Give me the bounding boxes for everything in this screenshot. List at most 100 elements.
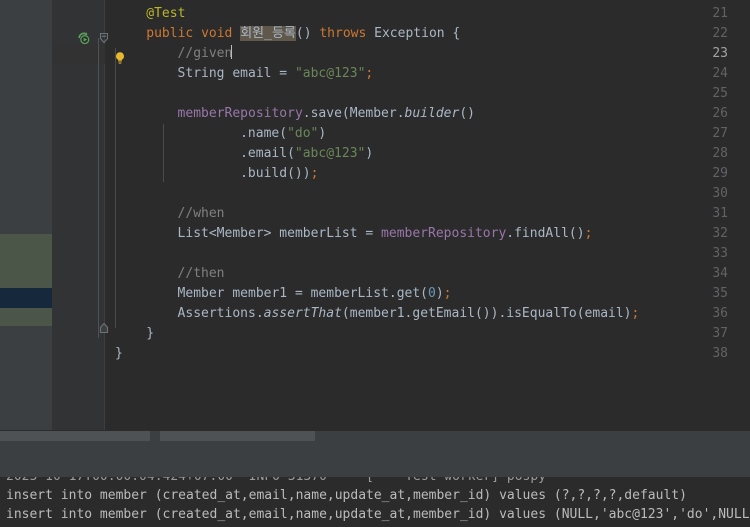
- vcs-change-marker-green-top[interactable]: [0, 234, 52, 288]
- code-token: builder: [404, 106, 460, 121]
- code-token: }: [115, 346, 123, 361]
- code-line[interactable]: String email = "abc@123";: [105, 64, 750, 84]
- code-text-area[interactable]: @Test public void 회원_등록() throws Exceptio…: [98, 0, 750, 430]
- code-line-text: @Test: [136, 4, 185, 24]
- code-token: public: [146, 26, 194, 41]
- code-line-text: public void 회원_등록() throws Exception {: [136, 24, 460, 44]
- code-line[interactable]: [105, 244, 750, 264]
- text-caret: [231, 45, 233, 59]
- panel-tab-strip[interactable]: [0, 431, 750, 441]
- code-line[interactable]: public void 회원_등록() throws Exception {: [105, 24, 750, 44]
- code-token: 0: [428, 286, 436, 301]
- run-test-icon[interactable]: [76, 30, 92, 46]
- test-status-bar: ✔Tests passed: 1 of 1 test – 388 ms: [0, 455, 750, 495]
- code-line[interactable]: @Test: [105, 4, 750, 24]
- code-line[interactable]: [105, 84, 750, 104]
- code-token: String email =: [177, 66, 295, 81]
- line-number: 35: [712, 286, 728, 301]
- code-token: "abc@123": [294, 146, 366, 161]
- code-line[interactable]: .name("do"): [105, 124, 750, 144]
- code-line-text: Assertions.assertThat(member1.getEmail()…: [168, 304, 640, 324]
- code-token: ;: [310, 166, 319, 181]
- code-token: 회원_등록: [240, 26, 296, 41]
- code-line-text: String email = "abc@123";: [168, 64, 374, 84]
- line-number: 38: [712, 346, 728, 361]
- console-line: insert into member (created_at,email,nam…: [6, 507, 750, 522]
- code-line-text: //then: [168, 264, 225, 284]
- code-token: ;: [631, 306, 640, 321]
- code-line[interactable]: .email("abc@123"): [105, 144, 750, 164]
- code-token: List<Member> memberList =: [177, 226, 382, 241]
- code-token: ): [365, 146, 374, 161]
- code-line[interactable]: memberRepository.save(Member.builder(): [105, 104, 750, 124]
- code-line-text: [105, 84, 115, 104]
- code-line[interactable]: Assertions.assertThat(member1.getEmail()…: [105, 304, 750, 324]
- line-number: 23: [712, 46, 728, 61]
- code-token: .build()): [240, 166, 311, 181]
- line-number: 30: [712, 186, 728, 201]
- ide-window: @Test public void 회원_등록() throws Exceptio…: [0, 0, 750, 527]
- code-line-text: //given: [168, 44, 233, 64]
- line-number: 32: [712, 226, 728, 241]
- code-line-text: memberRepository.save(Member.builder(): [168, 104, 475, 124]
- code-line-text: .email("abc@123"): [230, 144, 373, 164]
- code-token: //then: [177, 266, 225, 281]
- code-token: .findAll(): [506, 226, 585, 241]
- code-token: "do": [287, 126, 319, 141]
- code-line[interactable]: }: [105, 344, 750, 364]
- code-token: ;: [443, 286, 452, 301]
- line-number: 31: [712, 206, 728, 221]
- code-line-text: //when: [168, 204, 225, 224]
- panel-tab-secondary[interactable]: [160, 431, 315, 441]
- code-token: ): [318, 126, 327, 141]
- code-line-text: [105, 244, 115, 264]
- code-line-text: }: [136, 324, 154, 344]
- code-line-text: Member member1 = memberList.get(0);: [168, 284, 452, 304]
- code-token: @Test: [146, 6, 186, 21]
- console-line: insert into member (created_at,email,nam…: [6, 488, 687, 503]
- console-output[interactable]: 2023-10-17T00:00:04.424+07:00 INFO 31370…: [0, 477, 750, 527]
- code-line[interactable]: //when: [105, 204, 750, 224]
- line-number: 37: [712, 326, 728, 341]
- intention-bulb-icon[interactable]: [112, 50, 128, 66]
- code-line[interactable]: [105, 184, 750, 204]
- line-number: 22: [712, 26, 728, 41]
- vcs-change-marker-green-bottom[interactable]: [0, 308, 52, 326]
- code-token: memberRepository: [381, 226, 507, 241]
- line-number: 36: [712, 306, 728, 321]
- fold-collapse-icon[interactable]: [96, 30, 112, 46]
- code-line[interactable]: //then: [105, 264, 750, 284]
- line-number: 24: [712, 66, 728, 81]
- code-token: //given: [177, 46, 233, 61]
- code-token: (): [459, 106, 475, 121]
- line-number: 34: [712, 266, 728, 281]
- vcs-change-marker-blue[interactable]: [0, 288, 52, 308]
- code-token: }: [146, 326, 155, 341]
- code-line[interactable]: List<Member> memberList = memberReposito…: [105, 224, 750, 244]
- vcs-annotation-strip[interactable]: [0, 0, 52, 430]
- code-line[interactable]: //given: [105, 44, 750, 64]
- line-number: 27: [712, 126, 728, 141]
- code-line[interactable]: .build());: [105, 164, 750, 184]
- code-fold-guide-outer: [98, 38, 99, 338]
- run-tool-window[interactable]: ✔Tests passed: 1 of 1 test – 388 ms 2023…: [0, 430, 750, 527]
- line-number: 33: [712, 246, 728, 261]
- code-token: assertThat: [263, 306, 342, 321]
- fold-expand-icon[interactable]: [96, 320, 112, 336]
- code-token: "abc@123": [294, 66, 366, 81]
- code-token: ;: [584, 226, 593, 241]
- code-token: void: [201, 26, 233, 41]
- code-line-text: .name("do"): [230, 124, 326, 144]
- code-token: memberRepository: [177, 106, 303, 121]
- code-token: Assertions.: [177, 306, 264, 321]
- code-line-text: List<Member> memberList = memberReposito…: [168, 224, 593, 244]
- code-token: Member member1 = memberList.get(: [177, 286, 428, 301]
- code-line[interactable]: Member member1 = memberList.get(0);: [105, 284, 750, 304]
- line-number: 28: [712, 146, 728, 161]
- code-token: (member1.getEmail()).isEqualTo(email): [341, 306, 632, 321]
- code-editor[interactable]: @Test public void 회원_등록() throws Exceptio…: [0, 0, 750, 430]
- code-line[interactable]: }: [105, 324, 750, 344]
- code-token: ): [435, 286, 444, 301]
- panel-tab-active[interactable]: [0, 431, 150, 441]
